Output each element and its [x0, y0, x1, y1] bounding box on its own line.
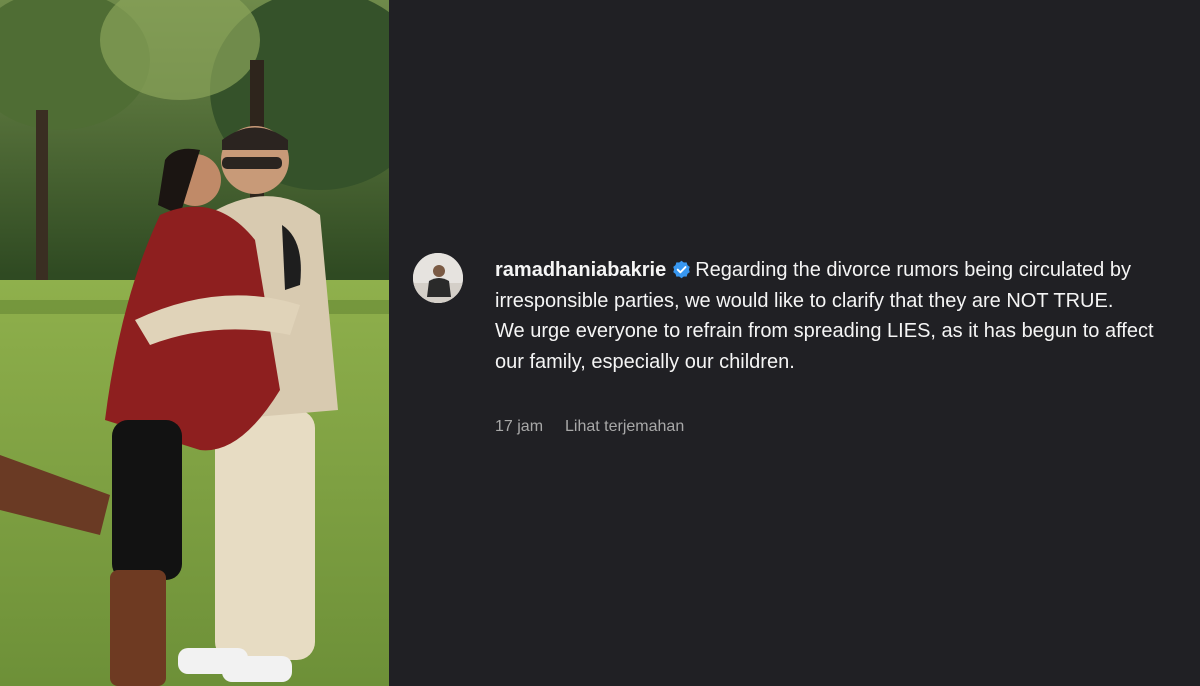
comment-body: ramadhaniabakrie Regarding the divorce ru… [495, 255, 1175, 377]
verified-badge-icon [672, 258, 691, 279]
see-translation-link[interactable]: Lihat terjemahan [565, 418, 684, 436]
username-link[interactable]: ramadhaniabakrie [495, 259, 666, 281]
comment-meta: 17 jam Lihat terjemahan [495, 418, 684, 436]
post-photo [0, 0, 389, 686]
avatar[interactable] [413, 253, 463, 303]
caption-paragraph-2: We urge everyone to refrain from spreadi… [495, 320, 1154, 373]
comment-panel: ramadhaniabakrie Regarding the divorce ru… [389, 0, 1200, 686]
timestamp: 17 jam [495, 418, 544, 435]
